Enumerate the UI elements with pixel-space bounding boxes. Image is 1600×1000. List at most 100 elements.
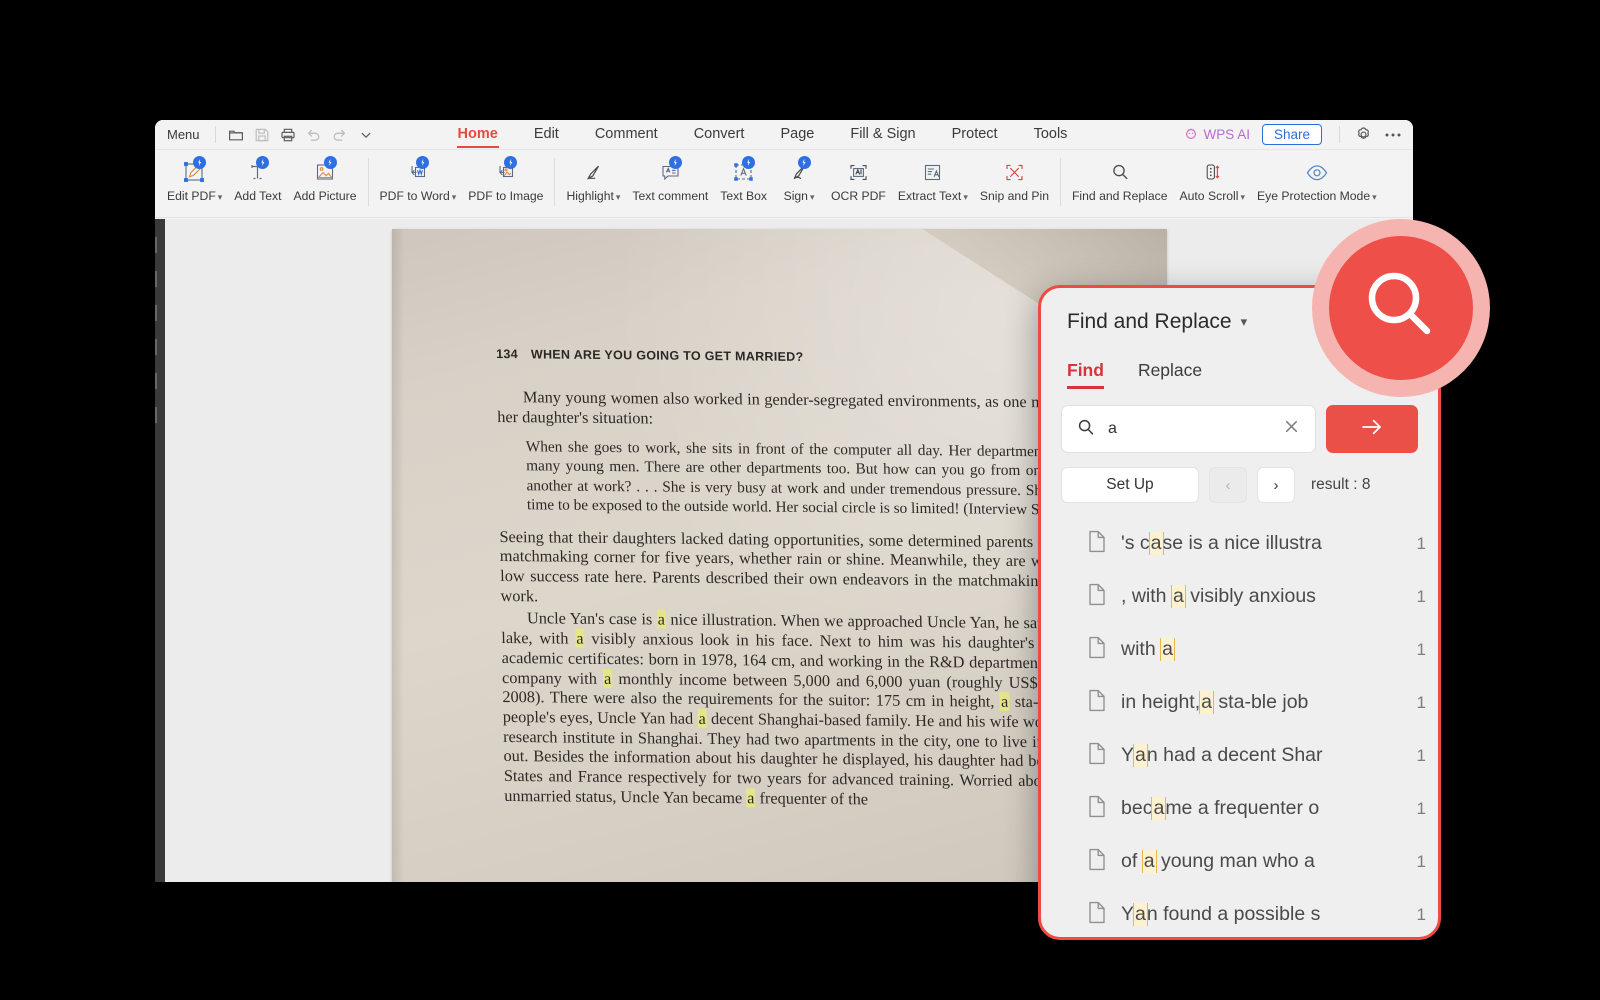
ribbon-button-add-picture[interactable]: Add Picture: [288, 154, 363, 204]
ribbon-group-convert: PDF to Word▾ PDF to Image: [374, 154, 550, 216]
chevron-down-icon[interactable]: ▾: [616, 192, 621, 202]
highlight-icon: [580, 157, 607, 187]
sidebar-thumbnail-icon[interactable]: [155, 237, 165, 253]
ribbon-button-auto-scroll[interactable]: Auto Scroll▾: [1174, 154, 1251, 205]
search-result-row[interactable]: with a 1: [1087, 623, 1432, 676]
search-result-row[interactable]: 's case is a nice illustra1: [1087, 517, 1432, 570]
snip-and-pin-icon: [1001, 157, 1028, 187]
tab-page[interactable]: Page: [779, 122, 815, 147]
ribbon-button-eye-protection-mode[interactable]: Eye Protection Mode▾: [1251, 154, 1383, 205]
ribbon-button-text-comment[interactable]: Text comment: [626, 154, 714, 204]
search-result-row[interactable]: , with a visibly anxious1: [1087, 570, 1432, 623]
chevron-down-icon[interactable]: ▾: [218, 192, 223, 202]
ribbon-label-pdf-to-image: PDF to Image: [468, 189, 543, 204]
ribbon-button-ocr-pdf[interactable]: OCR PDF: [825, 154, 892, 204]
ribbon-button-add-text[interactable]: Add Text: [228, 154, 287, 204]
set-up-button[interactable]: Set Up: [1061, 467, 1199, 503]
search-result-page-number: 1: [1406, 640, 1432, 660]
tab-tools[interactable]: Tools: [1033, 122, 1069, 147]
tab-home[interactable]: Home: [457, 122, 499, 147]
search-icon: [1107, 157, 1133, 187]
sidebar-annotation-icon[interactable]: [155, 339, 165, 355]
open-folder-icon[interactable]: [223, 124, 249, 146]
magnifier-callout-decoration: [1312, 219, 1490, 397]
search-result-row[interactable]: became a frequenter o1: [1087, 782, 1432, 835]
search-result-row[interactable]: of a young man who a1: [1087, 835, 1432, 888]
search-result-row[interactable]: in height,a sta-ble job1: [1087, 676, 1432, 729]
sidebar-outline-icon[interactable]: [155, 305, 165, 321]
ribbon-button-text-box[interactable]: Text Box: [714, 154, 773, 204]
search-result-text-run: n had a decent Shar: [1147, 744, 1323, 766]
menu-button[interactable]: Menu: [163, 125, 208, 144]
search-result-match: a: [1171, 585, 1186, 608]
document-page-icon: [1087, 742, 1107, 770]
ribbon-button-pdf-to-image[interactable]: PDF to Image: [462, 154, 549, 204]
print-icon[interactable]: [275, 124, 301, 146]
search-result-match: a: [1149, 532, 1164, 555]
ribbon-button-snip-and-pin[interactable]: Snip and Pin: [974, 154, 1055, 204]
page-folio: 134: [496, 347, 518, 361]
tab-edit[interactable]: Edit: [533, 122, 560, 147]
ai-badge-icon: [324, 156, 337, 169]
gear-icon[interactable]: [1349, 123, 1377, 147]
ribbon-label-ocr-pdf: OCR PDF: [831, 189, 886, 204]
sidebar-attachment-icon[interactable]: [155, 373, 165, 389]
save-icon[interactable]: [249, 124, 275, 146]
search-result-text-run: 's c: [1121, 532, 1150, 554]
search-result-text-run: with: [1121, 638, 1161, 660]
wps-ai-button[interactable]: WPS AI: [1178, 126, 1256, 143]
ribbon-group-view: Find and Replace Aut: [1066, 154, 1383, 216]
tab-convert[interactable]: Convert: [693, 122, 746, 147]
ribbon-button-extract-text[interactable]: Extract Text▾: [892, 154, 974, 205]
search-result-row[interactable]: Yan had a decent Shar1: [1087, 729, 1432, 782]
search-results-list[interactable]: 's case is a nice illustra1, with a visi…: [1041, 517, 1438, 940]
ribbon-label-edit-pdf: Edit PDF: [167, 189, 216, 203]
previous-result-button[interactable]: ‹: [1209, 467, 1247, 503]
ribbon-label-snip-and-pin: Snip and Pin: [980, 189, 1049, 204]
document-page-icon: [1087, 848, 1107, 876]
search-submit-button[interactable]: [1326, 405, 1418, 453]
redo-icon[interactable]: [327, 124, 353, 146]
document-page-icon: [1087, 795, 1107, 823]
undo-icon[interactable]: [301, 124, 327, 146]
chevron-down-icon[interactable]: ▾: [1240, 192, 1245, 202]
search-input[interactable]: a: [1061, 405, 1316, 453]
search-result-snippet: with a: [1121, 638, 1392, 661]
next-result-button[interactable]: ›: [1257, 467, 1295, 503]
search-result-match: a: [1142, 850, 1157, 873]
ellipsis-icon[interactable]: [1379, 123, 1407, 147]
search-result-text-run: in height,: [1121, 691, 1200, 713]
ribbon-group-annotate: Highlight▾ Text comment: [560, 154, 1055, 216]
chevron-down-icon[interactable]: ▾: [452, 192, 457, 202]
tab-find[interactable]: Find: [1067, 360, 1104, 389]
tab-comment[interactable]: Comment: [594, 122, 659, 147]
result-count-label: result : 8: [1311, 476, 1370, 494]
chevron-down-icon[interactable]: ▾: [810, 192, 815, 202]
search-result-snippet: became a frequenter o: [1121, 797, 1392, 820]
running-head-title: WHEN ARE YOU GOING TO GET MARRIED?: [531, 347, 804, 364]
tab-protect[interactable]: Protect: [951, 122, 999, 147]
ribbon-button-pdf-to-word[interactable]: PDF to Word▾: [374, 154, 463, 205]
chevron-down-icon[interactable]: ▾: [963, 192, 968, 202]
sidebar-bookmark-icon[interactable]: [155, 271, 165, 287]
document-page-icon: [1087, 689, 1107, 717]
tab-replace[interactable]: Replace: [1138, 360, 1202, 389]
document-text-run: frequenter of the: [755, 788, 868, 808]
chevron-down-icon[interactable]: ▾: [1372, 192, 1377, 202]
ribbon-button-find-and-replace[interactable]: Find and Replace: [1066, 154, 1174, 204]
tab-fill-and-sign[interactable]: Fill & Sign: [849, 122, 916, 147]
ribbon-button-highlight[interactable]: Highlight▾: [560, 154, 626, 205]
sidebar-layers-icon[interactable]: [155, 407, 165, 423]
search-input-value: a: [1108, 420, 1270, 438]
title-bar-right-cluster: WPS AI Share: [1178, 123, 1407, 147]
text-comment-icon: [657, 157, 684, 187]
add-text-icon: [244, 157, 271, 187]
ribbon-button-edit-pdf[interactable]: Edit PDF▾: [161, 154, 228, 205]
close-icon[interactable]: [1282, 417, 1301, 441]
ribbon-button-sign[interactable]: Sign▾: [773, 154, 825, 205]
chevron-down-icon[interactable]: [353, 124, 379, 146]
search-result-row[interactable]: Yan found a possible s1: [1087, 888, 1432, 940]
share-button[interactable]: Share: [1262, 124, 1322, 145]
search-icon: [1358, 263, 1444, 354]
chevron-down-icon[interactable]: ▾: [1241, 314, 1248, 330]
